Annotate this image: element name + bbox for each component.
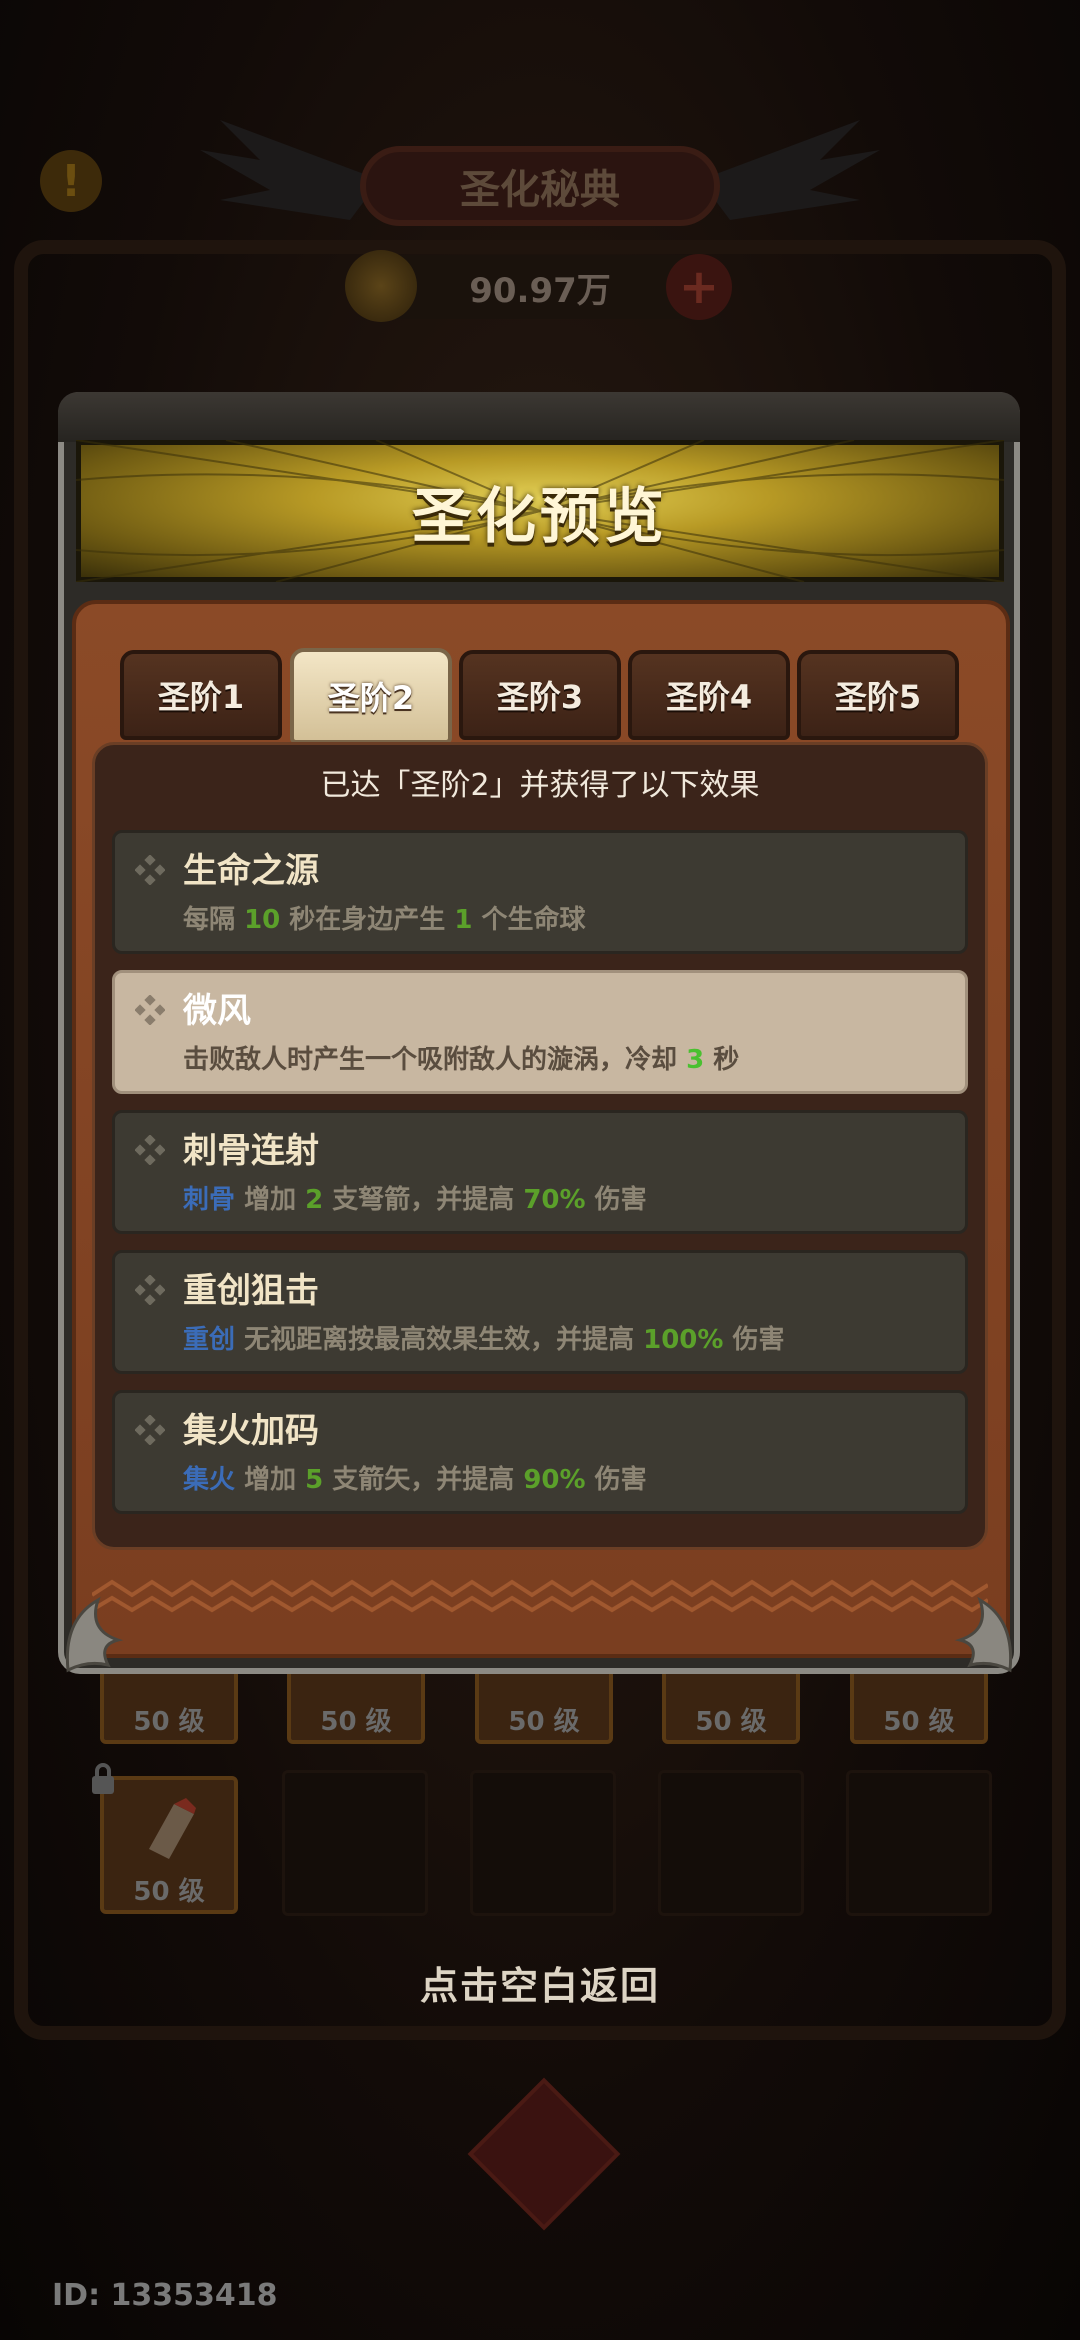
tab-tier-3[interactable]: 圣阶3 (459, 650, 621, 740)
corner-ornament (65, 1596, 124, 1673)
tab-label: 圣阶1 (157, 678, 245, 716)
tab-label: 圣阶4 (665, 678, 753, 716)
screen-title: 圣化秘典 (360, 146, 720, 226)
effect-title: 刺骨连射 (183, 1131, 319, 1171)
desc-text: 伤害 (585, 1465, 647, 1495)
effect-title: 重创狙击 (183, 1271, 319, 1311)
effect-description: 集火 增加 5 支箭矢，并提高 90% 伤害 (183, 1459, 647, 1496)
tab-tier-4[interactable]: 圣阶4 (628, 650, 790, 740)
effect-description: 重创 无视距离按最高效果生效，并提高 100% 伤害 (183, 1319, 785, 1356)
exclamation-icon[interactable]: ! (40, 150, 102, 212)
decorative-zigzag-border (92, 1579, 988, 1613)
diamond-bullet-icon (135, 995, 165, 1025)
effect-card[interactable]: 生命之源 每隔 10 秒在身边产生 1 个生命球 (112, 830, 968, 954)
desc-value: 10 (244, 905, 281, 935)
currency-amount: 90.97万 (469, 270, 611, 311)
tab-label: 圣阶5 (834, 678, 922, 716)
item-level: 50 级 (508, 1707, 580, 1737)
effect-card[interactable]: 微风 击败敌人时产生一个吸附敌人的漩涡，冷却 3 秒 (112, 970, 968, 1094)
desc-text: 支箭矢，并提高 (323, 1465, 524, 1495)
desc-text: 无视距离按最高效果生效，并提高 (235, 1325, 644, 1355)
item-level: 50 级 (133, 1707, 205, 1737)
tier-status-text: 已达「圣阶2」并获得了以下效果 (320, 768, 760, 803)
plus-icon[interactable]: + (666, 254, 732, 320)
desc-text: 伤害 (585, 1185, 647, 1215)
desc-keyword: 重创 (183, 1325, 236, 1355)
desc-keyword: 集火 (183, 1465, 236, 1495)
lock-icon (92, 1763, 114, 1794)
desc-text: 击败敌人时产生一个吸附敌人的漩涡，冷却 (183, 1045, 687, 1075)
desc-value: 2 (305, 1185, 324, 1215)
coin-icon (345, 250, 417, 322)
left-wing-ornament (200, 120, 380, 220)
effect-description: 击败敌人时产生一个吸附敌人的漩涡，冷却 3 秒 (183, 1039, 739, 1076)
corner-ornament (954, 1596, 1013, 1673)
empty-slot[interactable] (846, 1770, 992, 1916)
desc-text: 增加 (235, 1465, 306, 1495)
desc-value: 5 (305, 1465, 324, 1495)
desc-text: 个生命球 (472, 905, 586, 935)
empty-slot[interactable] (658, 1770, 804, 1916)
bracer-icon (149, 1798, 196, 1859)
desc-value: 1 (454, 905, 473, 935)
item-level: 50 级 (320, 1707, 392, 1737)
diamond-bullet-icon (135, 1415, 165, 1445)
effect-title: 生命之源 (183, 851, 319, 891)
desc-text: 增加 (235, 1185, 306, 1215)
desc-text: 支弩箭，并提高 (323, 1185, 524, 1215)
diamond-bullet-icon (135, 1275, 165, 1305)
effect-card[interactable]: 集火加码 集火 增加 5 支箭矢，并提高 90% 伤害 (112, 1390, 968, 1514)
item-slot[interactable]: 50 级 (100, 1776, 238, 1914)
effect-card[interactable]: 重创狙击 重创 无视距离按最高效果生效，并提高 100% 伤害 (112, 1250, 968, 1374)
desc-text: 秒在身边产生 (280, 905, 455, 935)
tab-tier-1[interactable]: 圣阶1 (120, 650, 282, 740)
effect-description: 每隔 10 秒在身边产生 1 个生命球 (183, 899, 586, 936)
desc-value: 100% (643, 1325, 724, 1355)
dialog-top-cap (58, 392, 1020, 442)
effect-description: 刺骨 增加 2 支弩箭，并提高 70% 伤害 (183, 1179, 647, 1216)
item-level: 50 级 (695, 1707, 767, 1737)
tap-blank-to-return-hint: 点击空白返回 (419, 1964, 660, 2008)
desc-text: 每隔 (183, 905, 245, 935)
effect-title: 集火加码 (183, 1411, 319, 1451)
right-wing-ornament (700, 120, 880, 220)
diamond-bullet-icon (135, 855, 165, 885)
tab-label: 圣阶2 (327, 679, 415, 717)
tab-label: 圣阶3 (496, 678, 584, 716)
effect-title: 微风 (183, 991, 251, 1031)
item-level: 50 级 (883, 1707, 955, 1737)
tab-tier-5[interactable]: 圣阶5 (797, 650, 959, 740)
diamond-bullet-icon (135, 1135, 165, 1165)
empty-slot[interactable] (282, 1770, 428, 1916)
desc-value: 90% (523, 1465, 586, 1495)
desc-keyword: 刺骨 (183, 1185, 236, 1215)
player-id: ID: 13353418 (52, 2278, 278, 2313)
item-level: 50 级 (133, 1877, 205, 1907)
desc-value: 70% (523, 1185, 586, 1215)
desc-value: 3 (686, 1045, 705, 1075)
desc-text: 伤害 (723, 1325, 785, 1355)
desc-text: 秒 (704, 1045, 740, 1075)
tab-tier-2[interactable]: 圣阶2 (290, 648, 452, 744)
empty-slot[interactable] (470, 1770, 616, 1916)
dialog-title: 圣化预览 (412, 481, 668, 552)
effect-card[interactable]: 刺骨连射 刺骨 增加 2 支弩箭，并提高 70% 伤害 (112, 1110, 968, 1234)
